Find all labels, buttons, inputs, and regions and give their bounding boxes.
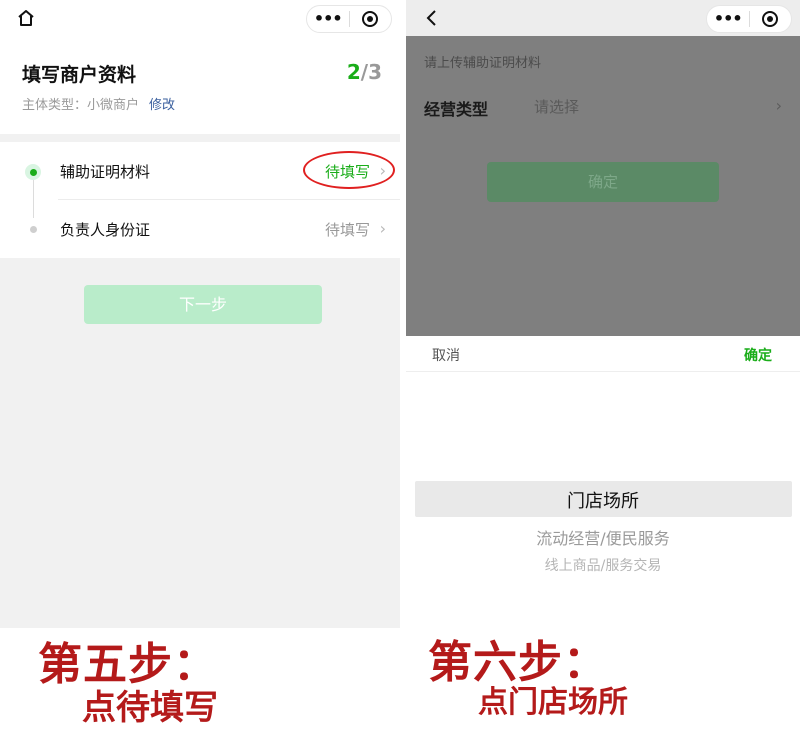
- picker-confirm-button[interactable]: 确定: [744, 345, 772, 365]
- picker-option-mobile[interactable]: 流动经营/便民服务: [406, 525, 800, 549]
- chevron-right-icon: ›: [775, 96, 782, 115]
- caption-step-five-hint: 点待填写: [82, 688, 218, 728]
- dimmed-form-overlay[interactable]: 请上传辅助证明材料 经营类型 请选择 › 确定: [406, 36, 800, 336]
- confirm-button-dimmed[interactable]: 确定: [487, 162, 719, 202]
- caption-step-six-hint: 点门店场所: [478, 685, 628, 720]
- picker-option-store[interactable]: 门店场所: [406, 487, 800, 513]
- step-status-pending[interactable]: 待填写: [325, 219, 370, 240]
- step-label: 辅助证明材料: [60, 163, 151, 181]
- upload-hint: 请上传辅助证明材料: [424, 56, 542, 71]
- business-type-label: 经营类型: [424, 100, 489, 119]
- target-circle-icon[interactable]: [349, 10, 391, 28]
- step-label: 负责人身份证: [60, 221, 151, 239]
- merchant-header-card: 填写商户资料 2/3 主体类型：小微商户 修改: [0, 36, 400, 134]
- mini-program-capsule: •••: [306, 5, 392, 33]
- picker-cancel-button[interactable]: 取消: [432, 345, 460, 365]
- mini-program-capsule: •••: [706, 5, 792, 33]
- business-type-select[interactable]: 请选择: [534, 96, 579, 117]
- step-idle-dot-icon: [30, 226, 37, 233]
- right-navbar: •••: [406, 0, 800, 36]
- subject-type: 主体类型：小微商户 修改: [22, 98, 176, 113]
- page-title: 填写商户资料: [22, 64, 137, 86]
- target-circle-icon[interactable]: [749, 10, 791, 28]
- picker-toolbar: 取消 确定: [406, 336, 800, 372]
- chevron-right-icon: ›: [379, 219, 386, 238]
- business-type-row[interactable]: 经营类型 请选择 ›: [406, 80, 800, 132]
- modify-link[interactable]: 修改: [149, 98, 175, 113]
- picker-sheet: 取消 确定 门店场所 流动经营/便民服务 线上商品/服务交易: [406, 336, 800, 628]
- step-row-id-card[interactable]: 负责人身份证 待填写 ›: [0, 200, 400, 258]
- back-chevron-icon[interactable]: [420, 6, 444, 30]
- step-counter: 2/3: [346, 60, 382, 84]
- left-navbar: •••: [0, 0, 400, 36]
- more-dots-icon[interactable]: •••: [307, 6, 349, 32]
- red-highlight-circle: [303, 151, 395, 189]
- right-phone-screen: ••• 请上传辅助证明材料 经营类型 请选择 › 确定 取消 确定 门店场所 流…: [406, 0, 800, 628]
- more-dots-icon[interactable]: •••: [707, 6, 749, 32]
- picker-option-online[interactable]: 线上商品/服务交易: [406, 555, 800, 575]
- next-step-button[interactable]: 下一步: [84, 285, 322, 324]
- home-icon[interactable]: [14, 6, 38, 30]
- step-active-dot-icon: [25, 164, 41, 180]
- left-phone-screen: ••• 填写商户资料 2/3 主体类型：小微商户 修改 辅助证明材料 待填写 › …: [0, 0, 400, 628]
